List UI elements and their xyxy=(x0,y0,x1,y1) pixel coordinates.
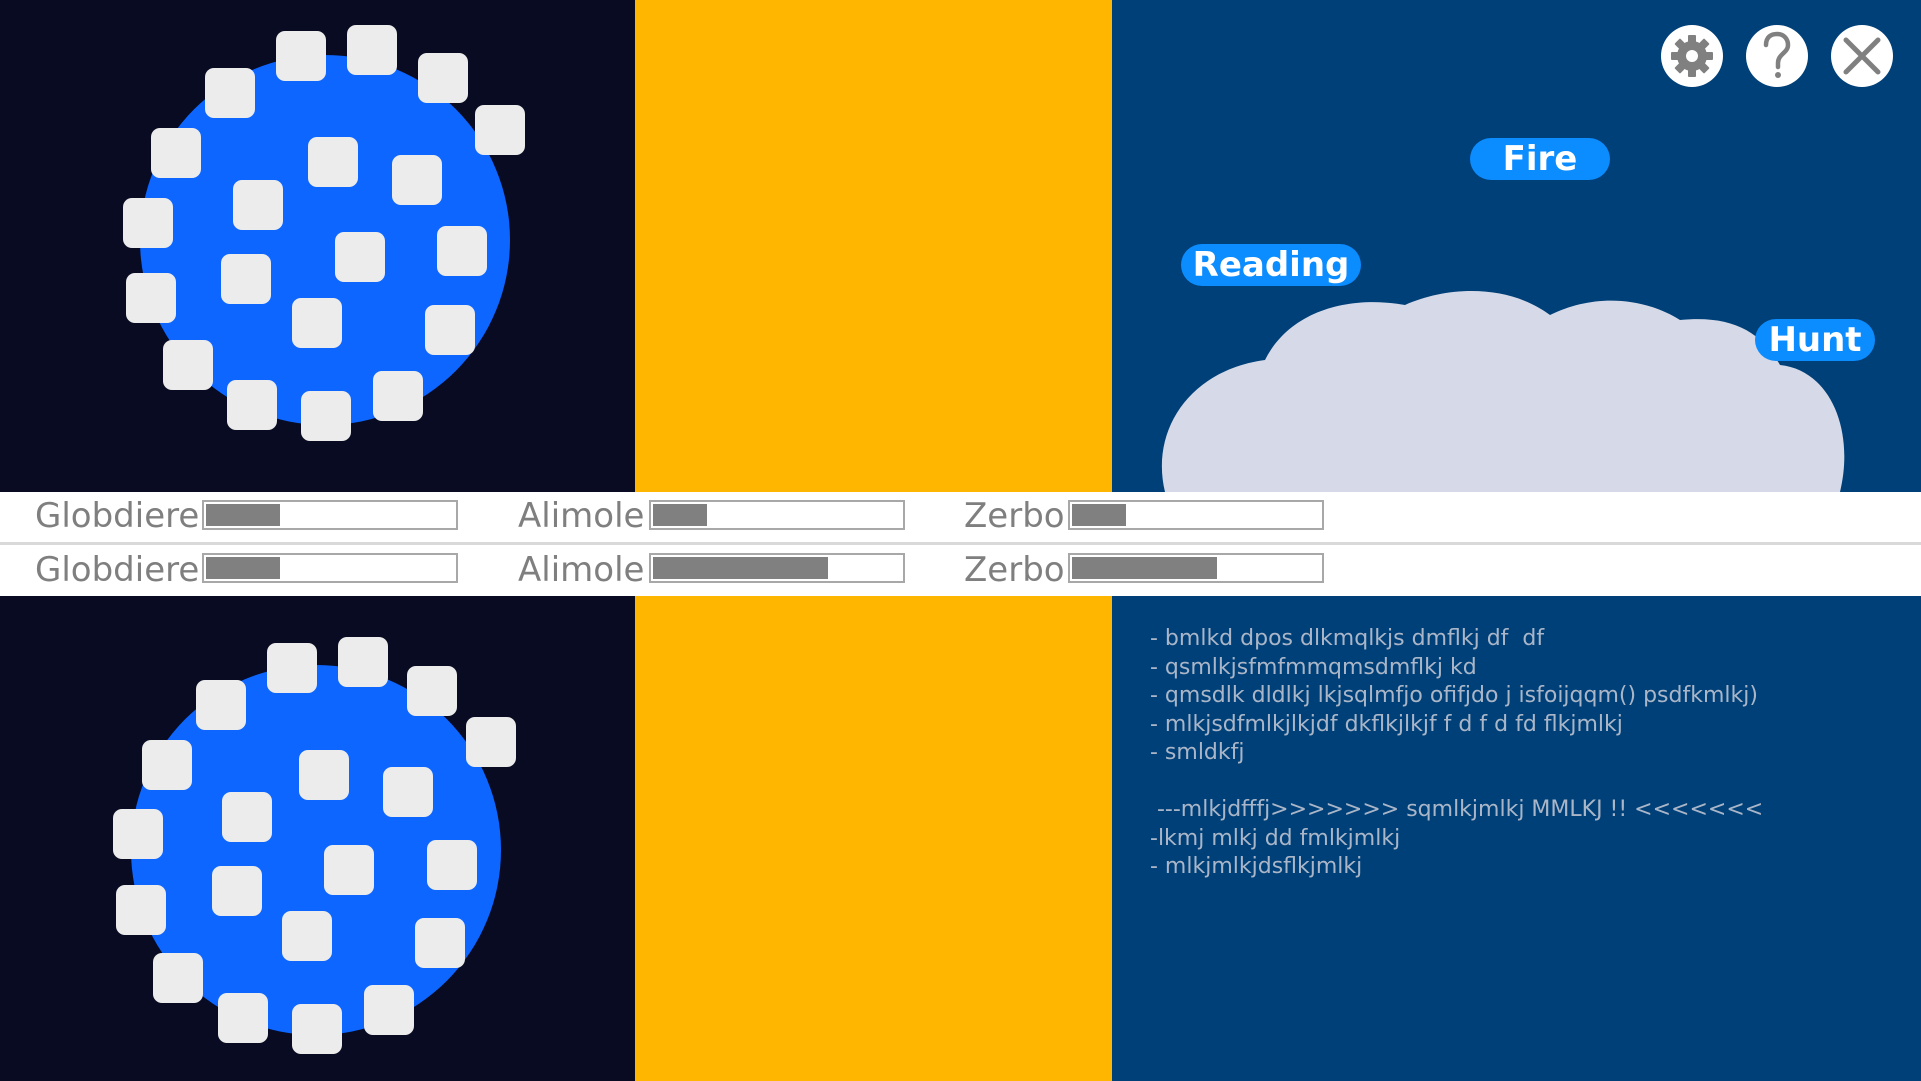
planet-tile xyxy=(427,840,477,890)
stat-bar-zerbo xyxy=(1068,553,1324,583)
cloud-shape xyxy=(1161,291,1845,492)
stat-label-zerbo: Zerbo xyxy=(964,550,1065,590)
stat-fill xyxy=(653,504,707,526)
stat-bar-globdiere xyxy=(202,553,458,583)
planet-tile xyxy=(347,25,397,75)
stat-fill xyxy=(1072,557,1217,579)
stat-label-alimole: Alimole xyxy=(518,550,645,590)
planet-tile xyxy=(142,740,192,790)
stat-fill xyxy=(1072,504,1126,526)
planet-tile xyxy=(276,31,326,81)
stat-fill xyxy=(653,557,828,579)
planet-tile xyxy=(292,298,342,348)
planet-tile xyxy=(437,226,487,276)
planet-tile xyxy=(163,340,213,390)
planet-tile xyxy=(466,717,516,767)
planet-tile xyxy=(425,305,475,355)
help-button[interactable] xyxy=(1746,25,1808,87)
planet-tile xyxy=(123,198,173,248)
stat-bar-zerbo xyxy=(1068,500,1324,530)
stat-bar-alimole xyxy=(649,500,905,530)
stats-row-1: Globdiere Alimole Zerbo xyxy=(0,492,1921,542)
planet-tile xyxy=(267,643,317,693)
notes-text: - bmlkd dpos dlkmqlkjs dmflkj df df - qs… xyxy=(1150,626,1764,879)
planet-tile xyxy=(227,380,277,430)
planet-tile xyxy=(392,155,442,205)
planet-tile xyxy=(301,391,351,441)
planet-tile xyxy=(153,953,203,1003)
gear-icon xyxy=(1671,35,1713,77)
planet-tile xyxy=(113,809,163,859)
planet-tile xyxy=(308,137,358,187)
question-icon xyxy=(1763,31,1791,78)
tag-fire[interactable]: Fire xyxy=(1470,138,1610,180)
tag-hunt[interactable]: Hunt xyxy=(1755,319,1875,361)
planet-tile xyxy=(415,918,465,968)
close-button[interactable] xyxy=(1831,25,1893,87)
planet-tile xyxy=(324,845,374,895)
planet-tile xyxy=(335,232,385,282)
stats-row-2: Globdiere Alimole Zerbo xyxy=(0,545,1921,596)
planet-tile xyxy=(151,128,201,178)
planet-tile xyxy=(299,750,349,800)
planet-tile xyxy=(116,885,166,935)
stat-fill xyxy=(206,504,281,526)
planet-tile xyxy=(338,637,388,687)
planet-tile xyxy=(373,371,423,421)
bottom-middle-panel xyxy=(635,596,1112,1081)
stat-label-alimole: Alimole xyxy=(518,496,645,536)
planet-tile xyxy=(407,666,457,716)
tag-reading[interactable]: Reading xyxy=(1181,244,1361,286)
planet-tile xyxy=(212,866,262,916)
top-middle-panel xyxy=(635,0,1112,492)
close-icon xyxy=(1843,37,1881,75)
planet-tile xyxy=(418,53,468,103)
planet-tile xyxy=(292,1004,342,1054)
planet-tile xyxy=(222,792,272,842)
planet-tile xyxy=(282,911,332,961)
planet-tile xyxy=(475,105,525,155)
planet-tile xyxy=(196,680,246,730)
planet-tile xyxy=(383,767,433,817)
settings-button[interactable] xyxy=(1661,25,1723,87)
planet-tile xyxy=(364,985,414,1035)
planet-tile xyxy=(221,254,271,304)
stat-label-globdiere: Globdiere xyxy=(35,550,200,590)
planet-tile xyxy=(218,993,268,1043)
planet-tile xyxy=(126,273,176,323)
stat-fill xyxy=(206,557,281,579)
stat-label-zerbo: Zerbo xyxy=(964,496,1065,536)
planet-tile xyxy=(233,180,283,230)
stat-bar-alimole xyxy=(649,553,905,583)
planet-tile xyxy=(205,68,255,118)
stat-bar-globdiere xyxy=(202,500,458,530)
stat-label-globdiere: Globdiere xyxy=(35,496,200,536)
